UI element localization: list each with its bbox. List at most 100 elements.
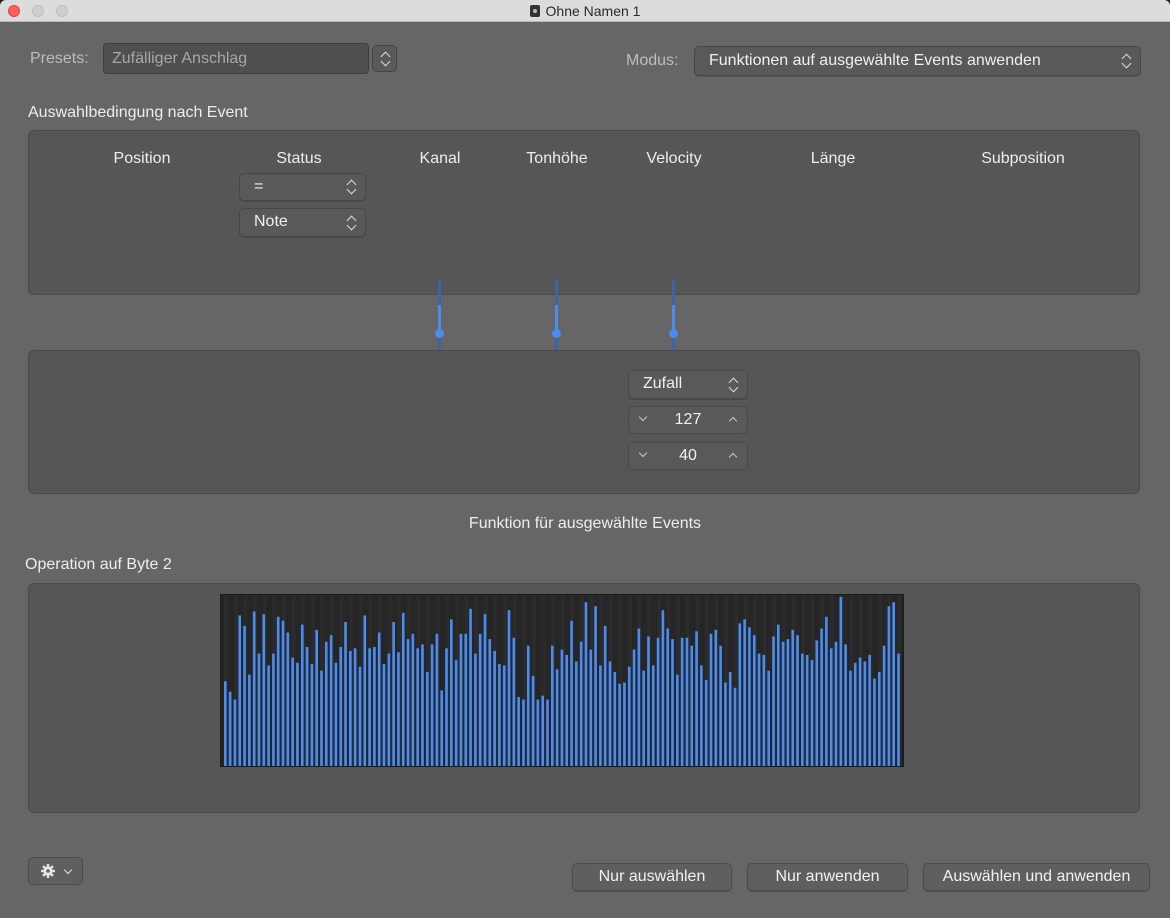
graph-bar — [704, 679, 708, 766]
graph-bar — [358, 666, 362, 766]
graph-bar — [671, 639, 674, 766]
graph-bar — [469, 608, 472, 766]
presets-label: Presets: — [30, 50, 89, 67]
graph-bar — [584, 602, 588, 766]
graph-bar — [695, 631, 698, 766]
graph-bar — [267, 665, 270, 766]
graph-bar — [810, 660, 814, 766]
graph-bar — [377, 632, 381, 766]
select-only-button[interactable]: Nur auswählen — [572, 863, 732, 891]
graph-bar — [401, 612, 405, 766]
graph-bar — [882, 645, 886, 766]
graph-bar — [320, 670, 323, 766]
velocity-mode-value: Zufall — [643, 375, 683, 392]
status-operator-popup[interactable]: = — [239, 173, 366, 201]
graph-bar — [589, 649, 593, 766]
presets-stepper[interactable] — [372, 45, 397, 72]
graph-bar — [661, 610, 665, 766]
graph-bar — [623, 682, 626, 766]
graph-bar — [714, 629, 718, 766]
graph-bar — [416, 648, 419, 766]
kanal-connector-dot[interactable] — [435, 329, 444, 338]
graph-bar — [353, 648, 357, 766]
graph-bar — [300, 624, 304, 766]
graph-bar — [257, 653, 261, 766]
graph-bar — [637, 628, 641, 766]
graph-bar — [666, 628, 670, 766]
graph-bar — [493, 650, 496, 766]
graph-bar — [305, 646, 309, 766]
graph-bar — [873, 678, 876, 766]
graph-bar — [430, 644, 434, 766]
updown-chevron-icon — [381, 51, 391, 67]
graph-bar — [801, 653, 804, 766]
graph-bar — [767, 670, 770, 766]
graph-bar — [248, 674, 251, 766]
graph-bar — [483, 614, 487, 766]
graph-bar — [738, 623, 742, 766]
graph-bar — [642, 670, 645, 766]
chevron-down-icon — [63, 865, 73, 875]
graph-bar — [368, 648, 371, 766]
graph-bar — [647, 636, 650, 766]
graph-bar — [656, 637, 660, 766]
graph-bar — [733, 687, 737, 766]
graph-bar — [897, 653, 900, 766]
graph-bar — [406, 639, 410, 766]
graph-bar — [382, 664, 386, 766]
graph-bar — [541, 695, 544, 766]
apply-only-button[interactable]: Nur anwenden — [747, 863, 908, 891]
graph-bar — [531, 675, 535, 766]
graph-bar — [502, 665, 506, 766]
graph-bar — [743, 619, 746, 766]
graph-bar — [344, 621, 347, 766]
graph-bar — [868, 654, 871, 766]
window-title-wrap: Ohne Namen 1 — [0, 3, 1170, 19]
action-menu-button[interactable] — [28, 857, 83, 885]
modus-popup[interactable]: Funktionen auf ausgewählte Events anwend… — [694, 46, 1141, 76]
title-bar[interactable]: Ohne Namen 1 — [0, 0, 1170, 22]
graph-bar — [310, 664, 314, 766]
graph-bar — [719, 645, 722, 766]
modus-value: Funktionen auf ausgewählte Events anwend… — [709, 52, 1041, 69]
graph-bar — [421, 644, 424, 766]
graph-bar — [752, 635, 756, 766]
transform-window: Ohne Namen 1 Presets: Zufälliger Anschla… — [0, 0, 1170, 918]
graph-bar — [536, 699, 540, 766]
graph-bar — [440, 690, 444, 766]
column-laenge: Länge — [810, 150, 856, 167]
velocity-connector-dot[interactable] — [669, 329, 678, 338]
graph-bar — [728, 671, 732, 766]
graph-bar — [815, 640, 819, 766]
graph-bar — [757, 653, 761, 766]
graph-bar — [685, 637, 689, 766]
graph-bar — [825, 616, 828, 766]
status-value-popup[interactable]: Note — [239, 208, 366, 237]
graph-bar — [334, 662, 338, 766]
velocity-value1-field[interactable]: 127 — [628, 406, 748, 434]
graph-bar — [796, 635, 799, 766]
graph-bar — [791, 629, 795, 766]
graph-bar — [252, 611, 256, 766]
graph-bar — [594, 606, 597, 766]
graph-bar — [829, 648, 833, 766]
graph-bar — [450, 619, 453, 766]
status-value: Note — [254, 213, 288, 230]
graph-bar — [877, 671, 881, 766]
velocity-value2-field[interactable]: 40 — [628, 442, 748, 470]
velocity-mode-popup[interactable]: Zufall — [628, 370, 748, 399]
graph-bar — [507, 610, 511, 766]
graph-bar — [579, 641, 583, 766]
select-and-apply-button[interactable]: Auswählen und anwenden — [923, 863, 1150, 891]
graph-bar — [550, 645, 554, 766]
graph-bar — [853, 662, 857, 766]
byte-operation-graph[interactable] — [220, 594, 904, 767]
graph-bar — [224, 681, 227, 766]
column-subposition: Subposition — [981, 150, 1065, 167]
graph-bar — [834, 641, 838, 766]
graph-bar — [243, 625, 246, 766]
graph-bar — [565, 654, 569, 766]
graph-bar — [748, 627, 751, 766]
presets-field[interactable]: Zufälliger Anschlag — [103, 43, 369, 74]
tonhoehe-connector-dot[interactable] — [552, 329, 561, 338]
